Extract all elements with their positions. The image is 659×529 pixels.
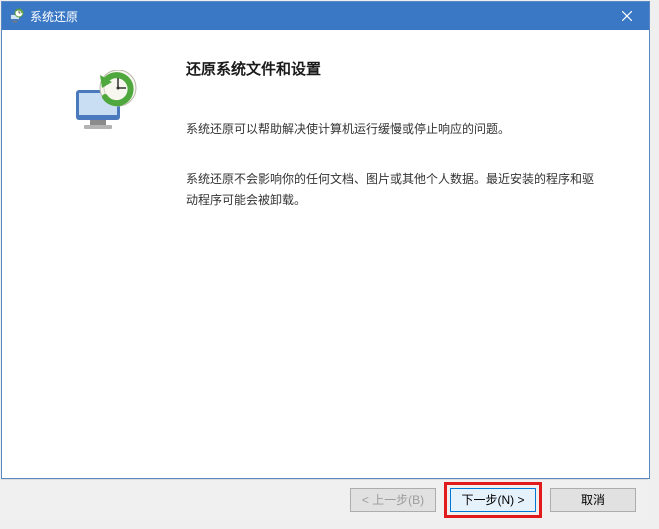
next-button-highlight: 下一步(N) >	[444, 482, 542, 518]
close-button[interactable]	[605, 2, 649, 30]
system-restore-icon	[70, 70, 142, 132]
close-icon	[622, 11, 632, 21]
paragraph-1: 系统还原可以帮助解决使计算机运行缓慢或停止响应的问题。	[186, 119, 605, 139]
titlebar: 系统还原	[2, 2, 649, 30]
icon-column	[26, 58, 186, 478]
back-button: < 上一步(B)	[350, 488, 436, 512]
cancel-button[interactable]: 取消	[550, 488, 636, 512]
system-restore-dialog: 系统还原	[1, 1, 650, 479]
page-heading: 还原系统文件和设置	[186, 58, 605, 79]
app-icon	[8, 8, 24, 24]
button-footer: < 上一步(B) 下一步(N) > 取消	[1, 479, 648, 519]
text-column: 还原系统文件和设置 系统还原可以帮助解决使计算机运行缓慢或停止响应的问题。 系统…	[186, 58, 625, 478]
content-area: 还原系统文件和设置 系统还原可以帮助解决使计算机运行缓慢或停止响应的问题。 系统…	[2, 30, 649, 478]
window-title: 系统还原	[30, 8, 605, 25]
paragraph-2: 系统还原不会影响你的任何文档、图片或其他个人数据。最近安装的程序和驱动程序可能会…	[186, 169, 605, 210]
next-button[interactable]: 下一步(N) >	[450, 488, 536, 512]
